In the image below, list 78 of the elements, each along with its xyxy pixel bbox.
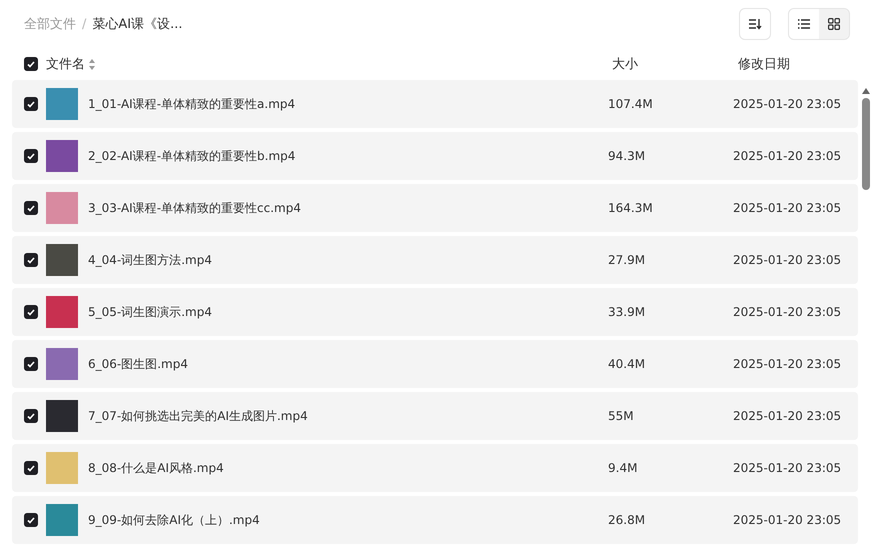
file-name: 4_04-词生图方法.mp4 [88, 252, 212, 268]
check-icon [27, 100, 35, 108]
row-checkbox[interactable] [24, 357, 38, 371]
row-checkbox[interactable] [24, 461, 38, 475]
video-thumbnail-placeholder [46, 348, 78, 380]
size-column-header[interactable]: 大小 [612, 55, 738, 73]
video-thumbnail-placeholder [46, 504, 78, 536]
row-checkbox[interactable] [24, 149, 38, 163]
row-checkbox[interactable] [24, 513, 38, 527]
file-name: 2_02-AI课程-单体精致的重要性b.mp4 [88, 148, 296, 164]
file-row[interactable]: 4_04-词生图方法.mp4 27.9M 2025-01-20 23:05 [12, 236, 858, 284]
file-date: 2025-01-20 23:05 [733, 253, 842, 267]
file-size: 9.4M [608, 461, 638, 475]
file-row[interactable]: 5_05-词生图演示.mp4 33.9M 2025-01-20 23:05 [12, 288, 858, 336]
file-row[interactable]: 1_01-AI课程-单体精致的重要性a.mp4 107.4M 2025-01-20 23:05 [12, 80, 858, 128]
row-checkbox[interactable] [24, 253, 38, 267]
file-row[interactable]: 3_03-AI课程-单体精致的重要性cc.mp4 164.3M 2025-01-20 23:05 [12, 184, 858, 232]
file-size: 55M [608, 409, 635, 423]
video-thumbnail-placeholder [46, 192, 78, 224]
file-date: 2025-01-20 23:05 [733, 149, 842, 163]
file-row[interactable]: 6_06-图生图.mp4 40.4M 2025-01-20 23:05 [12, 340, 858, 388]
video-thumbnail-placeholder [46, 452, 78, 484]
file-date: 2025-01-20 23:05 [733, 461, 842, 475]
scroll-up-icon[interactable] [862, 88, 870, 94]
check-icon [27, 152, 35, 160]
file-date: 2025-01-20 23:05 [733, 97, 842, 111]
check-icon [27, 308, 35, 316]
file-date: 2025-01-20 23:05 [733, 409, 842, 423]
file-size: 40.4M [608, 357, 646, 371]
file-size: 107.4M [608, 97, 654, 111]
file-row[interactable]: 9_09-如何去除AI化（上）.mp4 26.8M 2025-01-20 23:05 [12, 496, 858, 544]
row-checkbox[interactable] [24, 305, 38, 319]
file-row[interactable]: 2_02-AI课程-单体精致的重要性b.mp4 94.3M 2025-01-20 23:05 [12, 132, 858, 180]
video-thumbnail-placeholder [46, 400, 78, 432]
sort-button[interactable] [739, 8, 771, 40]
check-icon [27, 60, 35, 68]
file-size: 27.9M [608, 253, 646, 267]
list-icon [798, 19, 810, 29]
video-thumbnail-placeholder [46, 140, 78, 172]
row-checkbox[interactable] [24, 201, 38, 215]
check-icon [27, 412, 35, 420]
check-icon [27, 464, 35, 472]
file-row[interactable]: 8_08-什么是AI风格.mp4 9.4M 2025-01-20 23:05 [12, 444, 858, 492]
check-icon [27, 516, 35, 524]
file-name: 5_05-词生图演示.mp4 [88, 304, 212, 320]
file-name: 9_09-如何去除AI化（上）.mp4 [88, 512, 260, 528]
row-checkbox[interactable] [24, 409, 38, 423]
breadcrumb-separator: / [82, 16, 86, 32]
file-name: 7_07-如何挑选出完美的AI生成图片.mp4 [88, 408, 308, 424]
select-all-checkbox[interactable] [24, 57, 38, 71]
file-row[interactable]: 7_07-如何挑选出完美的AI生成图片.mp4 55M 2025-01-20 23:05 [12, 392, 858, 440]
breadcrumb-item[interactable]: 菜心AI课《设... [92, 15, 183, 33]
grid-icon [828, 18, 840, 30]
file-date: 2025-01-20 23:05 [733, 201, 842, 215]
file-date: 2025-01-20 23:05 [733, 357, 842, 371]
video-thumbnail-placeholder [46, 244, 78, 276]
name-column-header[interactable]: 文件名 [46, 55, 85, 73]
video-thumbnail-placeholder [46, 296, 78, 328]
file-name: 6_06-图生图.mp4 [88, 356, 188, 372]
file-size: 94.3M [608, 149, 646, 163]
file-size: 164.3M [608, 201, 654, 215]
check-icon [27, 256, 35, 264]
scrollbar-thumb[interactable] [862, 98, 870, 190]
file-size: 26.8M [608, 513, 646, 527]
sort-icon [748, 18, 762, 30]
file-date: 2025-01-20 23:05 [733, 513, 842, 527]
file-name: 8_08-什么是AI风格.mp4 [88, 460, 224, 476]
sort-arrows-icon[interactable] [89, 58, 95, 70]
file-size: 33.9M [608, 305, 646, 319]
file-name: 1_01-AI课程-单体精致的重要性a.mp4 [88, 96, 296, 112]
file-name: 3_03-AI课程-单体精致的重要性cc.mp4 [88, 200, 301, 216]
video-thumbnail-placeholder [46, 88, 78, 120]
list-view-button[interactable] [789, 9, 819, 39]
modified-column-header[interactable]: 修改日期 [738, 55, 874, 73]
check-icon [27, 360, 35, 368]
file-date: 2025-01-20 23:05 [733, 305, 842, 319]
row-checkbox[interactable] [24, 97, 38, 111]
check-icon [27, 204, 35, 212]
